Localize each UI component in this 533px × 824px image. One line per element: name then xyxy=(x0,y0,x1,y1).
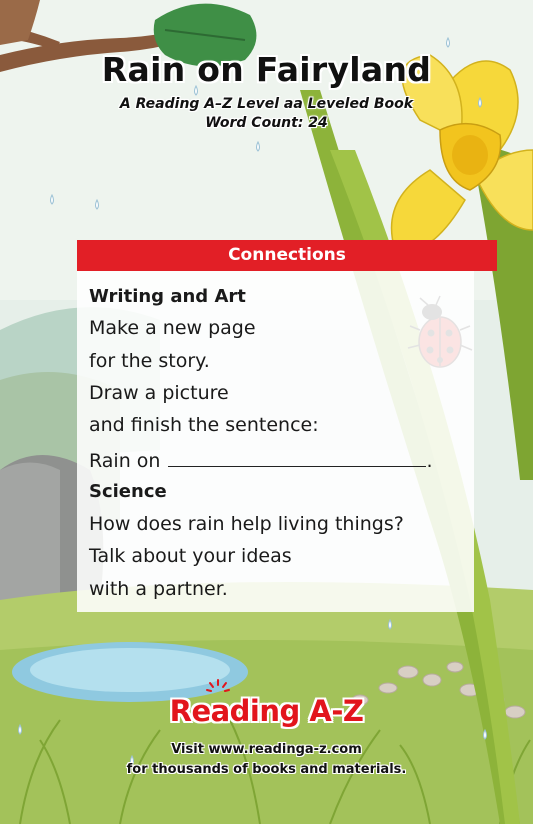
sun-rays-icon xyxy=(206,679,230,692)
reading-az-logo: Reading A-Z xyxy=(169,694,364,728)
writing-line: Draw a picture xyxy=(89,382,229,404)
writing-line: Make a new page xyxy=(89,317,256,339)
visit-line: Visit www.readinga-z.com xyxy=(0,742,533,757)
connections-header: Connections xyxy=(77,240,497,271)
writing-heading: Writing and Art xyxy=(89,286,246,307)
book-title: Rain on Fairyland xyxy=(101,50,432,89)
website-link[interactable]: www.readinga-z.com xyxy=(208,742,361,757)
word-count: Word Count: 24 xyxy=(205,115,328,131)
sentence-prompt: Rain on. xyxy=(89,448,433,472)
sentence-start: Rain on xyxy=(89,450,161,472)
sentence-end: . xyxy=(426,450,433,472)
science-line: Talk about your ideas xyxy=(89,545,292,567)
connections-header-label: Connections xyxy=(228,245,346,265)
science-heading: Science xyxy=(89,481,167,502)
footer-tagline: for thousands of books and materials. xyxy=(126,762,407,777)
science-line: with a partner. xyxy=(89,578,228,600)
writing-line: and finish the sentence: xyxy=(89,414,319,436)
visit-prefix: Visit xyxy=(171,742,204,757)
book-subtitle: A Reading A–Z Level aa Leveled Book xyxy=(119,96,414,112)
fill-in-blank xyxy=(168,448,427,467)
writing-line: for the story. xyxy=(89,350,210,372)
science-line: How does rain help living things? xyxy=(89,513,404,535)
